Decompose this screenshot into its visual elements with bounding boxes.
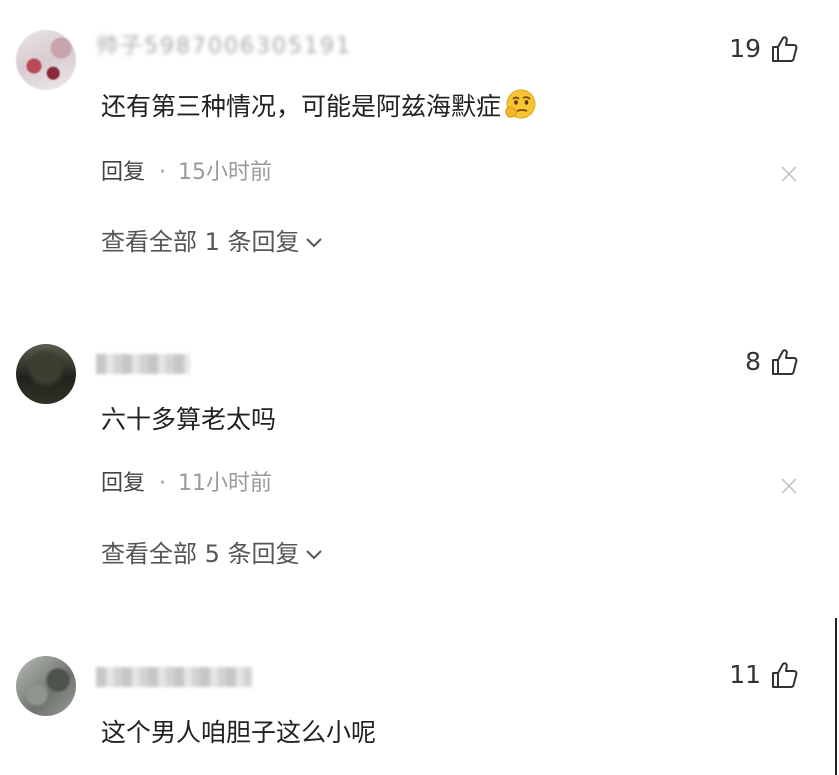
thumbs-up-icon[interactable] <box>769 660 799 690</box>
like-button[interactable]: 19 <box>729 34 799 64</box>
meta-separator: · <box>159 160 167 185</box>
view-replies-label: 查看全部 1 条回复 <box>101 228 300 256</box>
view-replies-label: 查看全部 5 条回复 <box>101 540 300 568</box>
close-icon[interactable] <box>779 476 799 496</box>
like-button[interactable]: 11 <box>729 660 799 690</box>
timestamp: 11小时前 <box>178 471 273 496</box>
username[interactable] <box>96 354 190 374</box>
timestamp: 15小时前 <box>178 160 273 185</box>
avatar[interactable] <box>16 344 76 404</box>
meta-separator: · <box>159 471 167 496</box>
comment-meta: 回复 · 15小时前 <box>101 158 272 188</box>
chevron-down-icon <box>305 550 322 560</box>
avatar[interactable] <box>16 656 76 716</box>
username[interactable] <box>96 667 252 687</box>
username[interactable]: 帅子5987006305191 <box>96 36 352 58</box>
thumbs-up-icon[interactable] <box>769 34 799 64</box>
like-count: 11 <box>729 660 761 689</box>
comment-text: 还有第三种情况，可能是阿兹海默症 <box>101 92 502 121</box>
reply-button[interactable]: 回复 <box>101 158 145 188</box>
like-button[interactable]: 8 <box>745 347 799 377</box>
like-count: 8 <box>745 347 761 376</box>
view-replies-button[interactable]: 查看全部 1 条回复 <box>101 226 324 258</box>
avatar[interactable] <box>16 30 76 90</box>
close-icon[interactable] <box>779 164 799 184</box>
like-count: 19 <box>729 34 761 63</box>
comment-meta: 回复 · 11小时前 <box>101 469 272 499</box>
comment-content: 还有第三种情况，可能是阿兹海默症 <box>101 89 537 125</box>
thinking-face-emoji <box>505 89 536 119</box>
scrollbar[interactable] <box>835 618 837 775</box>
comment-content: 六十多算老太吗 <box>101 405 277 434</box>
view-replies-button[interactable]: 查看全部 5 条回复 <box>101 538 324 570</box>
thumbs-up-icon[interactable] <box>769 347 799 377</box>
chevron-down-icon <box>305 238 322 248</box>
reply-button[interactable]: 回复 <box>101 469 145 499</box>
comment-content: 这个男人咱胆子这么小呢 <box>101 718 377 747</box>
